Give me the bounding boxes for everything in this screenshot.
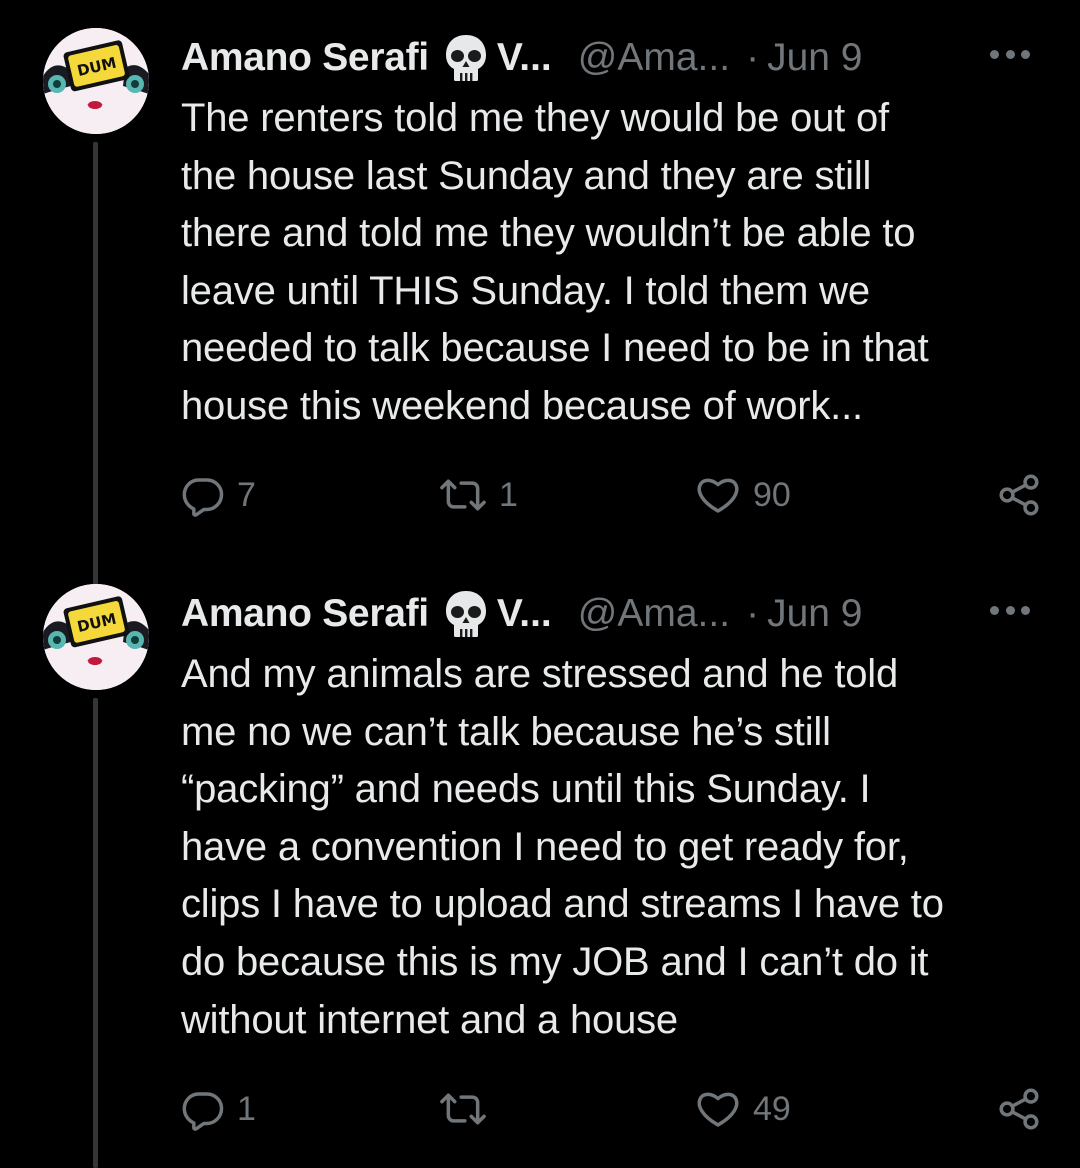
more-options-icon[interactable]: [990, 42, 1030, 66]
heart-icon: [695, 473, 741, 517]
share-icon: [997, 1087, 1041, 1131]
display-name[interactable]: Amano Serafi: [181, 36, 429, 80]
thread-connector-line: [93, 698, 98, 1168]
reply-count: 7: [237, 475, 256, 514]
thread-connector-line: [93, 142, 98, 598]
tweet[interactable]: DUM Amano Serafi V... @Ama... · Jun 9: [0, 0, 1080, 598]
display-name-truncated[interactable]: V...: [497, 36, 552, 80]
more-options-icon[interactable]: [990, 598, 1030, 622]
share-button[interactable]: [997, 1084, 1041, 1134]
avatar-image: DUM: [43, 28, 149, 134]
reply-count: 1: [237, 1089, 256, 1128]
like-count: 49: [753, 1089, 791, 1128]
avatar-image: DUM: [43, 584, 149, 690]
reply-icon: [181, 473, 225, 517]
tweet-date[interactable]: Jun 9: [767, 592, 862, 636]
avatar[interactable]: DUM: [43, 584, 149, 690]
heart-icon: [695, 1087, 741, 1131]
tweet-text: The renters told me they would be out of…: [181, 96, 929, 428]
reply-button[interactable]: 1: [181, 1084, 256, 1134]
reply-icon: [181, 1087, 225, 1131]
tweet-header: Amano Serafi V... @Ama... · Jun 9: [181, 586, 862, 642]
tweet-actions: 1 49: [181, 1084, 1041, 1134]
like-button[interactable]: 49: [695, 1084, 791, 1134]
retweet-button[interactable]: [439, 1084, 499, 1134]
tweet[interactable]: DUM Amano Serafi V... @Ama... · Jun 9: [0, 556, 1080, 1168]
share-button[interactable]: [997, 470, 1041, 520]
avatar[interactable]: DUM: [43, 28, 149, 134]
tweet-date[interactable]: Jun 9: [767, 36, 862, 80]
display-name-truncated[interactable]: V...: [497, 592, 552, 636]
tweet-actions: 7 1 90: [181, 470, 1041, 520]
user-handle[interactable]: @Ama...: [578, 36, 730, 80]
skull-icon: [443, 589, 489, 639]
like-count: 90: [753, 475, 791, 514]
separator-dot: ·: [746, 592, 760, 635]
retweet-icon: [439, 473, 487, 517]
tweet-text: And my animals are stressed and he told …: [181, 652, 944, 1042]
retweet-button[interactable]: 1: [439, 470, 518, 520]
retweet-count: 1: [499, 475, 518, 514]
tweet-header: Amano Serafi V... @Ama... · Jun 9: [181, 30, 862, 86]
separator-dot: ·: [746, 36, 760, 79]
display-name[interactable]: Amano Serafi: [181, 592, 429, 636]
user-handle[interactable]: @Ama...: [578, 592, 730, 636]
skull-icon: [443, 33, 489, 83]
reply-button[interactable]: 7: [181, 470, 256, 520]
like-button[interactable]: 90: [695, 470, 791, 520]
retweet-icon: [439, 1087, 487, 1131]
share-icon: [997, 473, 1041, 517]
